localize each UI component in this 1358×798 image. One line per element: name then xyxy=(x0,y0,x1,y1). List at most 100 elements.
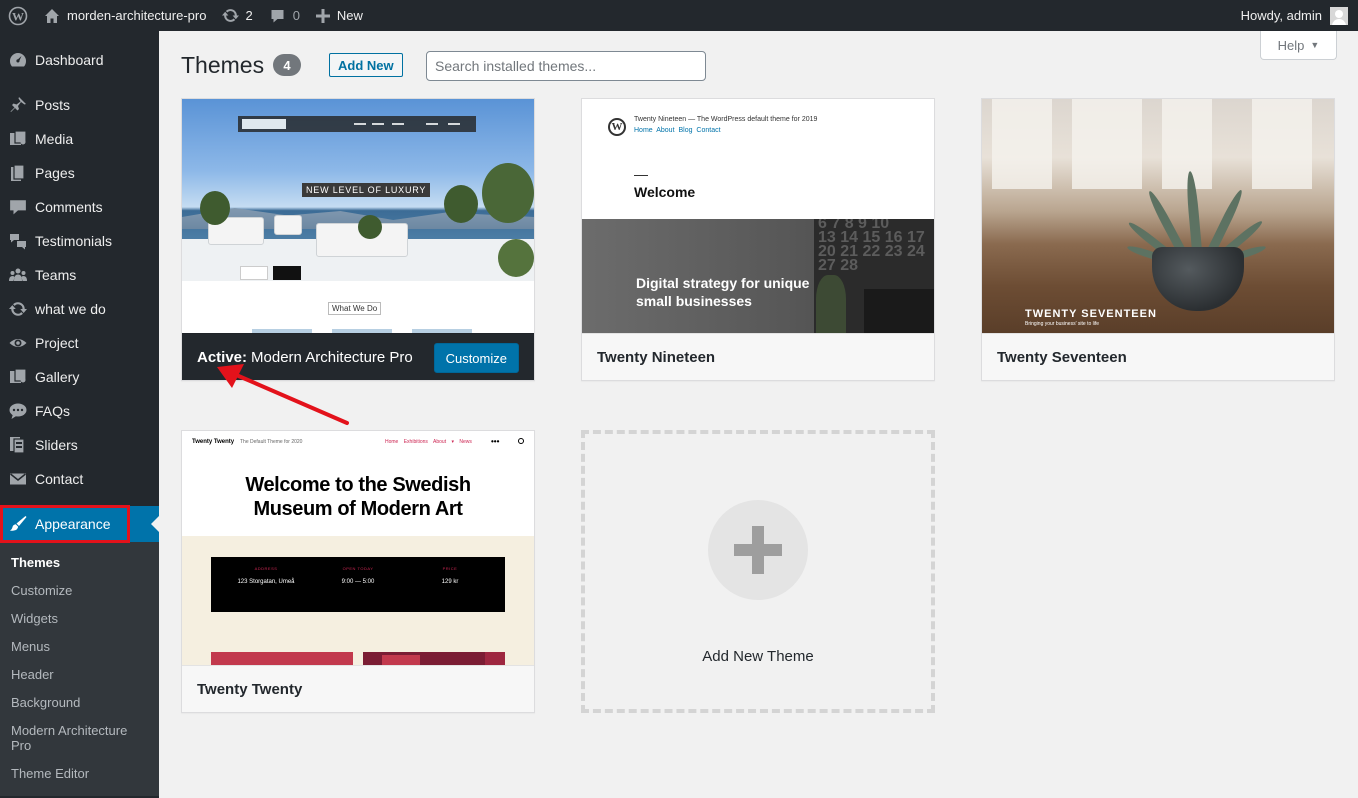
screenshot-welcome: Welcome xyxy=(634,184,696,200)
screenshot-site-description: The Default Theme for 2020 xyxy=(240,439,303,445)
menu-label: Testimonials xyxy=(35,233,113,249)
menu-label: what we do xyxy=(35,301,106,317)
wordpress-logo-icon: W xyxy=(608,118,626,136)
menu-label: Contact xyxy=(35,471,84,487)
menu-label: Dashboard xyxy=(35,52,104,68)
howdy-text: Howdy, admin xyxy=(1240,8,1322,23)
menu-item-faqs[interactable]: FAQs xyxy=(0,394,159,428)
submenu-item-theme-options[interactable]: Modern Architecture Pro xyxy=(0,717,140,760)
menu-label: Comments xyxy=(35,199,103,215)
screenshot-nav: Home Exhibitions About ▾ News xyxy=(385,439,472,445)
menu-item-pages[interactable]: Pages xyxy=(0,156,159,190)
new-label: New xyxy=(336,8,363,23)
menu-label: Pages xyxy=(35,165,75,181)
menu-item-sliders[interactable]: Sliders xyxy=(0,428,159,462)
comments-link[interactable]: 0 xyxy=(261,0,308,31)
theme-screenshot: W Twenty Nineteen — The WordPress defaul… xyxy=(582,99,934,333)
menu-item-contact[interactable]: Contact xyxy=(0,462,159,496)
update-icon xyxy=(8,299,28,319)
submenu-item-background[interactable]: Background xyxy=(0,689,159,717)
menu-item-teams[interactable]: Teams xyxy=(0,258,159,292)
screenshot-tagline: NEW LEVEL OF LUXURY xyxy=(302,183,431,197)
caret-down-icon: ▼ xyxy=(1310,40,1320,50)
add-new-theme-label: Add New Theme xyxy=(702,648,814,665)
menu-label: Gallery xyxy=(35,369,80,385)
annotation-arrow xyxy=(217,364,349,425)
admin-bar: W morden-architecture-pro 2 0 New Howdy,… xyxy=(0,0,1358,31)
submenu-item-theme-editor[interactable]: Theme Editor xyxy=(0,760,159,788)
theme-screenshot: TWENTY SEVENTEEN Bringing your business'… xyxy=(982,99,1334,333)
menu-item-dashboard[interactable]: Dashboard xyxy=(0,43,159,77)
add-new-button[interactable]: Add New xyxy=(329,53,403,77)
media-icon xyxy=(8,129,28,149)
menu-label: Project xyxy=(35,335,79,351)
theme-screenshot: Twenty Twenty The Default Theme for 2020… xyxy=(182,431,534,665)
page-title: Themes xyxy=(181,52,265,78)
comments-count: 0 xyxy=(292,8,300,23)
theme-count-badge: 4 xyxy=(273,54,301,76)
plus-icon xyxy=(708,500,808,600)
submenu-item-customize[interactable]: Customize xyxy=(0,577,159,605)
pages-icon xyxy=(8,163,28,183)
add-new-theme-card[interactable]: Add New Theme xyxy=(581,430,935,713)
theme-card-active[interactable]: NEW LEVEL OF LUXURY What We Do Active: M… xyxy=(181,98,535,381)
comment-icon xyxy=(8,197,28,217)
menu-item-media[interactable]: Media xyxy=(0,122,159,156)
menu-item-appearance[interactable]: Appearance xyxy=(0,506,159,542)
screenshot-section-title: What We Do xyxy=(328,302,382,315)
avatar xyxy=(1330,6,1348,25)
search-themes-input[interactable] xyxy=(426,51,706,81)
home-icon xyxy=(45,8,59,23)
menu-item-testimonials[interactable]: Testimonials xyxy=(0,224,159,258)
submenu-item-themes[interactable]: Themes xyxy=(0,549,159,577)
testimonials-icon xyxy=(8,231,28,251)
screenshot-heading: Welcome to the Swedish Museum of Modern … xyxy=(245,474,471,520)
screenshot-subtitle: Bringing your business' site to life xyxy=(1025,321,1100,327)
dashboard-icon xyxy=(8,50,28,70)
groups-icon xyxy=(8,265,28,285)
theme-screenshot: NEW LEVEL OF LUXURY What We Do xyxy=(182,99,534,333)
faq-bubble-icon xyxy=(8,401,28,421)
svg-text:W: W xyxy=(12,9,24,23)
submenu-item-widgets[interactable]: Widgets xyxy=(0,605,159,633)
help-tab-button[interactable]: Help ▼ xyxy=(1260,31,1337,60)
theme-name: Twenty Seventeen xyxy=(982,333,1334,380)
plus-icon xyxy=(315,8,330,23)
menu-item-gallery[interactable]: Gallery xyxy=(0,360,159,394)
menu-item-comments[interactable]: Comments xyxy=(0,190,159,224)
menu-label: FAQs xyxy=(35,403,71,419)
gallery-icon xyxy=(8,367,28,387)
customize-button[interactable]: Customize xyxy=(433,343,519,373)
wordpress-logo-icon[interactable]: W xyxy=(0,0,36,31)
screenshot-title: TWENTY SEVENTEEN xyxy=(1025,308,1157,320)
appearance-submenu: Themes Customize Widgets Menus Header Ba… xyxy=(0,542,159,796)
site-name: morden-architecture-pro xyxy=(67,8,207,23)
screenshot-site-title: Twenty Twenty xyxy=(192,439,235,445)
paintbrush-icon xyxy=(8,514,28,534)
screenshot-site-title: Twenty Nineteen — The WordPress default … xyxy=(634,116,818,123)
new-content-link[interactable]: New xyxy=(308,0,371,31)
theme-card-twenty-seventeen[interactable]: TWENTY SEVENTEEN Bringing your business'… xyxy=(981,98,1335,381)
my-account[interactable]: Howdy, admin xyxy=(1240,6,1358,25)
pin-icon xyxy=(8,95,28,115)
menu-item-project[interactable]: Project xyxy=(0,326,159,360)
theme-name: Twenty Twenty xyxy=(182,665,534,712)
menu-label: Sliders xyxy=(35,437,78,453)
updates-link[interactable]: 2 xyxy=(214,0,260,31)
submenu-item-header[interactable]: Header xyxy=(0,661,159,689)
comment-icon xyxy=(271,9,284,22)
submenu-item-menus[interactable]: Menus xyxy=(0,633,159,661)
menu-label: Media xyxy=(35,131,74,147)
admin-menu: Dashboard Posts Media Pages Comments Tes… xyxy=(0,31,159,798)
email-icon xyxy=(8,469,28,489)
screenshot-hero-text: Digital strategy for unique small busine… xyxy=(636,275,810,309)
menu-item-what-we-do[interactable]: what we do xyxy=(0,292,159,326)
update-icon xyxy=(222,9,240,22)
updates-count: 2 xyxy=(245,8,253,23)
menu-label: Teams xyxy=(35,267,77,283)
site-name-link[interactable]: morden-architecture-pro xyxy=(36,0,214,31)
theme-card-twenty-nineteen[interactable]: W Twenty Nineteen — The WordPress defaul… xyxy=(581,98,935,381)
menu-label: Posts xyxy=(35,97,71,113)
menu-item-posts[interactable]: Posts xyxy=(0,88,159,122)
theme-card-twenty-twenty[interactable]: Twenty Twenty The Default Theme for 2020… xyxy=(181,430,535,713)
